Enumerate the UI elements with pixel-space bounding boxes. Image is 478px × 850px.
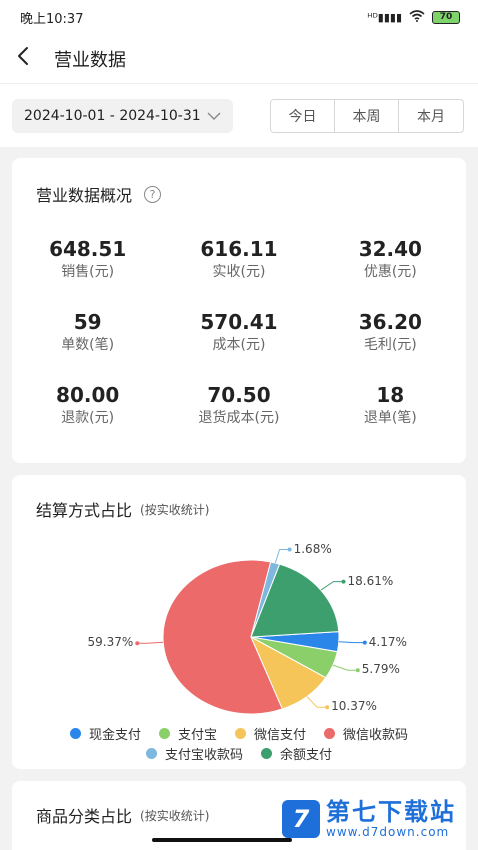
overview-card: 营业数据概况 ? 648.51 销售(元) 616.11 实收(元) 32.40 优惠… <box>12 158 466 463</box>
home-indicator[interactable] <box>152 838 292 842</box>
metric-label: 退款(元) <box>61 410 115 426</box>
pie-data-label: 1.68% <box>293 541 332 556</box>
legend-label: 余额支付 <box>280 747 333 763</box>
pie-leader-line <box>137 641 164 644</box>
legend-row: 支付宝收款码 余额支付 <box>12 743 466 763</box>
pie-leader-dot <box>341 579 346 584</box>
metric-label: 退货成本(元) <box>198 410 280 426</box>
legend-item[interactable]: 支付宝 <box>158 724 217 743</box>
metric-return-cost: 70.50 退货成本(元) <box>163 382 314 428</box>
category-title-text: 商品分类占比 <box>36 807 133 826</box>
metrics-grid: 648.51 销售(元) 616.11 实收(元) 32.40 优惠(元) 59 单数(… <box>12 236 466 428</box>
pie-data-label: 4.17% <box>368 634 407 649</box>
metric-value: 570.41 <box>200 310 278 334</box>
tab-this-week[interactable]: 本周 <box>335 99 399 132</box>
legend-swatch <box>145 747 157 759</box>
status-icons: ᴴᴰ▮▮▮▮ 70 <box>367 9 460 25</box>
signal-icon: ᴴᴰ▮▮▮▮ <box>367 10 402 24</box>
metric-received: 616.11 实收(元) <box>163 236 314 282</box>
pie-leader-dot <box>287 547 292 552</box>
tab-today[interactable]: 今日 <box>271 99 335 132</box>
category-subtitle: (按实收统计) <box>140 808 210 823</box>
legend-label: 微信支付 <box>254 727 307 743</box>
legend-item[interactable]: 现金支付 <box>69 724 141 743</box>
metric-value: 32.40 <box>358 237 422 261</box>
page-title: 营业数据 <box>54 49 126 71</box>
help-icon[interactable]: ? <box>144 185 162 203</box>
wifi-icon <box>409 9 425 25</box>
pie-leader-dot <box>362 640 367 645</box>
metric-label: 优惠(元) <box>363 264 417 280</box>
filter-bar: 2024-10-01 - 2024-10-31 今日 本周 本月 <box>0 84 478 147</box>
metric-label: 实收(元) <box>212 264 266 280</box>
metric-orders: 59 单数(笔) <box>12 309 163 355</box>
metric-value: 70.50 <box>207 383 271 407</box>
metric-value: 18 <box>376 383 405 407</box>
status-time: 晚上10:37 <box>20 11 84 27</box>
chart-legend: 现金支付 支付宝 微信支付 微信收款码支付宝收款码 余额支付 <box>12 723 466 763</box>
metric-value: 36.20 <box>358 310 422 334</box>
metric-gross-profit: 36.20 毛利(元) <box>315 309 466 355</box>
period-segmented-control: 今日 本周 本月 <box>270 98 464 133</box>
pie-leader-line <box>306 696 328 708</box>
legend-item[interactable]: 微信支付 <box>235 724 306 743</box>
legend-swatch <box>324 727 336 739</box>
back-icon[interactable] <box>16 46 46 72</box>
pie-data-label: 18.61% <box>347 573 394 588</box>
watermark-url: www.d7down.com <box>326 825 450 839</box>
legend-item[interactable]: 余额支付 <box>261 744 332 763</box>
pie-chart-svg <box>135 547 367 715</box>
legend-swatch <box>261 747 272 759</box>
category-title: 商品分类占比 (按实收统计) <box>36 803 209 827</box>
metric-label: 成本(元) <box>212 337 266 353</box>
legend-item[interactable]: 支付宝收款码 <box>145 744 243 763</box>
metric-label: 销售(元) <box>61 264 115 280</box>
pie-data-label: 5.79% <box>361 662 400 677</box>
pie-data-label: 59.37% <box>87 635 134 650</box>
metric-refund: 80.00 退款(元) <box>12 382 163 428</box>
pie-leader-line <box>338 641 365 644</box>
metric-value: 648.51 <box>49 237 127 261</box>
tab-this-month[interactable]: 本月 <box>399 100 463 132</box>
metric-label: 毛利(元) <box>363 337 417 353</box>
pie-leader-dot <box>355 668 360 673</box>
settlement-card: 结算方式占比 (按实收统计) 4.17% 5.79% 10.37% 59.37% 1.6… <box>12 475 466 769</box>
pie-leader-line <box>274 549 290 564</box>
overview-title-text: 营业数据概况 <box>36 186 133 205</box>
metric-return-orders: 18 退单(笔) <box>315 382 466 428</box>
chevron-down-icon <box>207 109 221 123</box>
metric-cost: 570.41 成本(元) <box>163 309 314 355</box>
date-range-picker[interactable]: 2024-10-01 - 2024-10-31 <box>12 98 233 133</box>
metric-value: 59 <box>73 310 102 334</box>
app-header: 营业数据 <box>0 34 478 84</box>
metric-value: 616.11 <box>200 237 278 261</box>
pie-data-label: 10.37% <box>331 699 377 714</box>
legend-swatch <box>235 727 246 739</box>
overview-title: 营业数据概况 ? <box>36 182 162 206</box>
pie-leader-dot <box>135 641 140 646</box>
legend-label: 微信收款码 <box>343 727 409 743</box>
legend-label: 支付宝收款码 <box>164 747 243 763</box>
pie-leader-line <box>320 581 344 591</box>
metric-discount: 32.40 优惠(元) <box>315 236 466 282</box>
watermark-name: 第七下载站 <box>326 798 456 826</box>
battery-icon: 70 <box>432 10 460 24</box>
pie-leader-line <box>332 664 358 671</box>
metric-label: 单数(笔) <box>61 337 115 353</box>
legend-label: 现金支付 <box>88 727 141 743</box>
legend-swatch <box>69 727 81 739</box>
pie-chart: 4.17% 5.79% 10.37% 59.37% 1.68% 18.61% <box>12 515 466 725</box>
status-bar: 晚上10:37 ᴴᴰ▮▮▮▮ 70 <box>0 0 478 34</box>
legend-label: 支付宝 <box>177 727 217 743</box>
pie-leader-dot <box>325 705 330 710</box>
legend-row: 现金支付 支付宝 微信支付 微信收款码 <box>12 723 466 743</box>
legend-item[interactable]: 微信收款码 <box>324 724 408 743</box>
metric-sales: 648.51 销售(元) <box>12 236 163 282</box>
legend-swatch <box>158 727 170 739</box>
site-watermark: 7 第七下载站 www.d7down.com <box>282 800 456 838</box>
date-range-text: 2024-10-01 - 2024-10-31 <box>24 107 201 124</box>
metric-label: 退单(笔) <box>363 410 417 426</box>
metric-value: 80.00 <box>56 383 120 407</box>
watermark-logo: 7 <box>282 800 320 838</box>
